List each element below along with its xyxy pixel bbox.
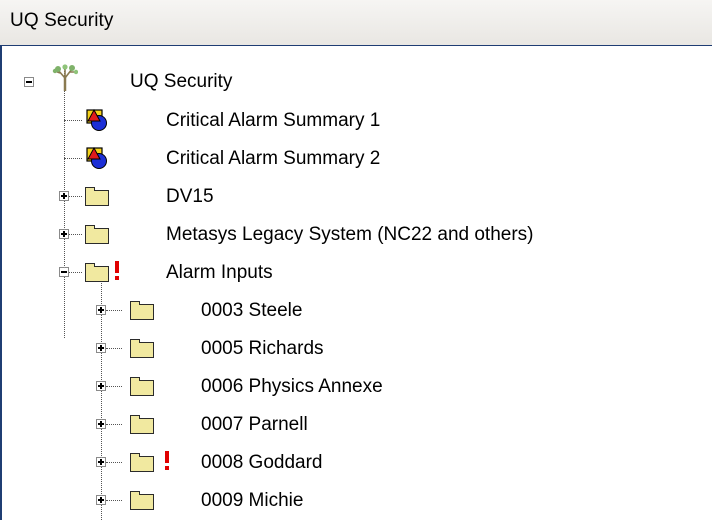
- tree-item-0006-physics-annexe[interactable]: 0006 Physics Annexe: [201, 376, 383, 398]
- tree-connector-line: [64, 66, 65, 338]
- expand-toggle[interactable]: [96, 381, 106, 391]
- folder-icon: [85, 263, 109, 282]
- expand-toggle[interactable]: [59, 229, 69, 239]
- expand-toggle[interactable]: [96, 457, 106, 467]
- alarm-indicator-icon: [114, 261, 120, 281]
- tree-item-uq-security[interactable]: UQ Security: [130, 71, 232, 93]
- alarm-summary-icon: [85, 108, 109, 132]
- tree-connector-line: [106, 348, 122, 349]
- tree-connector-line: [69, 196, 82, 197]
- expand-toggle[interactable]: [96, 305, 106, 315]
- collapse-toggle[interactable]: [59, 267, 69, 277]
- window-title: UQ Security: [10, 10, 114, 31]
- folder-icon: [85, 187, 109, 206]
- tree-item-0009-michie[interactable]: 0009 Michie: [201, 490, 303, 512]
- folder-icon: [130, 453, 154, 472]
- folder-icon: [130, 377, 154, 396]
- tree-item-0007-parnell[interactable]: 0007 Parnell: [201, 414, 308, 436]
- folder-icon: [130, 301, 154, 320]
- tree-item-0008-goddard[interactable]: 0008 Goddard: [201, 452, 323, 474]
- tree-item-0003-steele[interactable]: 0003 Steele: [201, 300, 302, 322]
- folder-icon: [130, 415, 154, 434]
- tree-icon: [52, 64, 79, 92]
- tree-connector-line: [106, 424, 122, 425]
- expand-toggle[interactable]: [96, 419, 106, 429]
- tree-item-metasys-legacy-system[interactable]: Metasys Legacy System (NC22 and others): [166, 224, 534, 246]
- folder-icon: [130, 339, 154, 358]
- alarm-indicator-icon: [164, 451, 170, 471]
- folder-icon: [130, 491, 154, 510]
- tree-connector-line: [69, 234, 82, 235]
- tree-connector-line: [106, 310, 122, 311]
- expand-toggle[interactable]: [96, 495, 106, 505]
- folder-icon: [85, 225, 109, 244]
- expand-toggle[interactable]: [59, 191, 69, 201]
- tree-item-alarm-inputs[interactable]: Alarm Inputs: [166, 262, 273, 284]
- tree-connector-line: [64, 158, 82, 159]
- tree-connector-line: [106, 500, 122, 501]
- tree-item-critical-alarm-summary-2[interactable]: Critical Alarm Summary 2: [166, 148, 380, 170]
- alarm-summary-icon: [85, 146, 109, 170]
- tree-connector-line: [64, 120, 82, 121]
- tree-item-0005-richards[interactable]: 0005 Richards: [201, 338, 324, 360]
- tree-item-dv15[interactable]: DV15: [166, 186, 214, 208]
- tree-connector-line: [106, 462, 122, 463]
- tree-connector-line: [69, 272, 82, 273]
- tree-connector-line: [106, 386, 122, 387]
- title-bar: UQ Security: [0, 0, 712, 46]
- expand-toggle[interactable]: [96, 343, 106, 353]
- tree-item-critical-alarm-summary-1[interactable]: Critical Alarm Summary 1: [166, 110, 380, 132]
- security-tree[interactable]: UQ Security Critical Alarm Summary 1 Cri…: [0, 46, 712, 520]
- collapse-toggle[interactable]: [24, 77, 34, 87]
